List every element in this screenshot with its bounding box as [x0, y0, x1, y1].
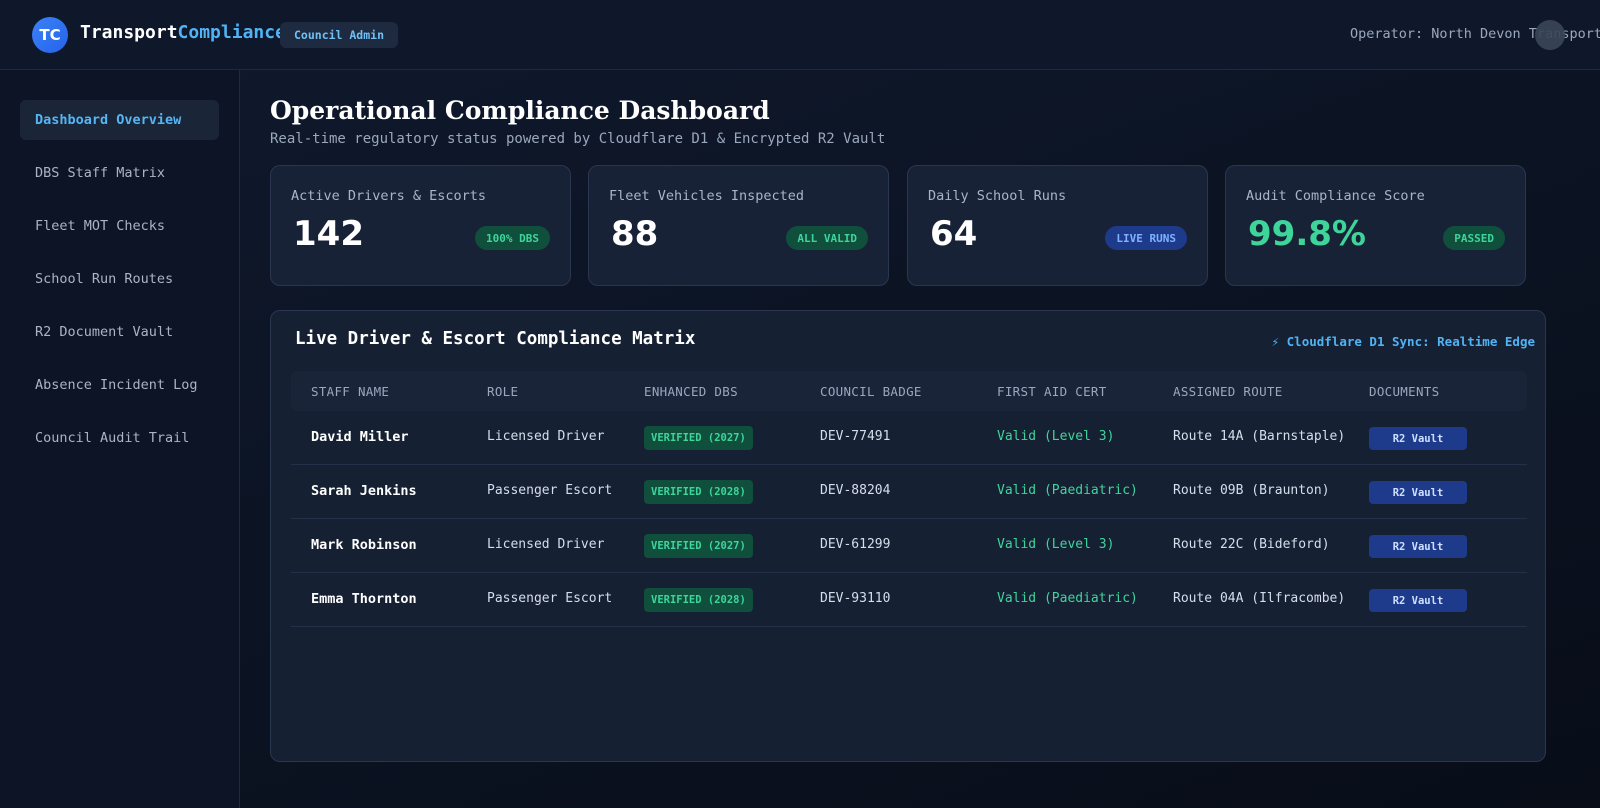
logo-icon[interactable]: TC	[32, 17, 68, 53]
stat-label: Audit Compliance Score	[1246, 188, 1425, 204]
stat-card-fleet-vehicles: Fleet Vehicles Inspected 88 ALL VALID	[588, 165, 889, 286]
compliance-matrix-panel: Live Driver & Escort Compliance Matrix ⚡…	[270, 310, 1546, 762]
page-subtitle: Real-time regulatory status powered by C…	[270, 131, 886, 147]
column-header-assigned-route: ASSIGNED ROUTE	[1173, 384, 1283, 399]
dbs-status-badge: VERIFIED (2028)	[644, 480, 753, 504]
brand-title[interactable]: TransportCompliance	[80, 22, 286, 43]
status-badge: ALL VALID	[786, 226, 868, 250]
table-row: Mark Robinson Licensed Driver VERIFIED (…	[291, 519, 1527, 573]
council-badge-id: DEV-61299	[820, 537, 891, 552]
staff-role: Licensed Driver	[487, 537, 605, 552]
column-header-role: ROLE	[487, 384, 519, 399]
avatar[interactable]	[1535, 20, 1565, 50]
council-badge-id: DEV-88204	[820, 483, 891, 498]
sidebar-item-r2-document-vault[interactable]: R2 Document Vault	[20, 312, 219, 352]
dbs-status-badge: VERIFIED (2027)	[644, 426, 753, 450]
first-aid-status: Valid (Level 3)	[997, 537, 1115, 552]
stat-card-school-runs: Daily School Runs 64 LIVE RUNS	[907, 165, 1208, 286]
council-badge-id: DEV-93110	[820, 591, 891, 606]
first-aid-status: Valid (Paediatric)	[997, 591, 1138, 606]
status-badge: PASSED	[1443, 226, 1505, 250]
stat-label: Daily School Runs	[928, 188, 1067, 204]
first-aid-status: Valid (Paediatric)	[997, 483, 1138, 498]
stat-value: 142	[293, 214, 364, 254]
sidebar-item-school-run-routes[interactable]: School Run Routes	[20, 259, 219, 299]
table-row: David Miller Licensed Driver VERIFIED (2…	[291, 411, 1527, 465]
stat-label: Fleet Vehicles Inspected	[609, 188, 805, 204]
stat-value: 99.8%	[1248, 214, 1366, 254]
r2-vault-button[interactable]: R2 Vault	[1369, 481, 1467, 504]
top-bar: TC TransportCompliance Council Admin Ope…	[0, 0, 1600, 70]
first-aid-status: Valid (Level 3)	[997, 429, 1115, 444]
brand-accent: Compliance	[177, 22, 286, 43]
council-badge-id: DEV-77491	[820, 429, 891, 444]
table-row: Sarah Jenkins Passenger Escort VERIFIED …	[291, 465, 1527, 519]
assigned-route: Route 22C (Bideford)	[1173, 537, 1330, 552]
column-header-documents: DOCUMENTS	[1369, 384, 1440, 399]
column-header-council-badge: COUNCIL BADGE	[820, 384, 922, 399]
stat-value: 64	[930, 214, 978, 254]
panel-title: Live Driver & Escort Compliance Matrix	[295, 329, 696, 349]
status-badge: LIVE RUNS	[1105, 226, 1187, 250]
dbs-status-badge: VERIFIED (2028)	[644, 588, 753, 612]
role-badge: Council Admin	[280, 22, 399, 48]
sync-status: ⚡ Cloudflare D1 Sync: Realtime Edge	[1271, 334, 1535, 349]
stat-card-audit-score: Audit Compliance Score 99.8% PASSED	[1225, 165, 1526, 286]
sidebar-item-council-audit-trail[interactable]: Council Audit Trail	[20, 418, 219, 458]
sidebar-item-dbs-staff-matrix[interactable]: DBS Staff Matrix	[20, 153, 219, 193]
r2-vault-button[interactable]: R2 Vault	[1369, 589, 1467, 612]
sidebar: Dashboard Overview DBS Staff Matrix Flee…	[0, 70, 240, 808]
stat-label: Active Drivers & Escorts	[291, 188, 487, 204]
r2-vault-button[interactable]: R2 Vault	[1369, 535, 1467, 558]
column-header-first-aid-cert: FIRST AID CERT	[997, 384, 1107, 399]
staff-name: Emma Thornton	[311, 591, 417, 607]
dbs-status-badge: VERIFIED (2027)	[644, 534, 753, 558]
staff-role: Licensed Driver	[487, 429, 605, 444]
assigned-route: Route 09B (Braunton)	[1173, 483, 1330, 498]
staff-name: Mark Robinson	[311, 537, 417, 553]
table-header: STAFF NAME ROLE ENHANCED DBS COUNCIL BAD…	[291, 371, 1527, 411]
staff-role: Passenger Escort	[487, 591, 613, 606]
stat-card-active-drivers: Active Drivers & Escorts 142 100% DBS	[270, 165, 571, 286]
assigned-route: Route 14A (Barnstaple)	[1173, 429, 1346, 444]
status-badge: 100% DBS	[475, 226, 550, 250]
brand-primary: Transport	[80, 22, 178, 43]
staff-name: Sarah Jenkins	[311, 483, 417, 499]
sidebar-item-fleet-mot-checks[interactable]: Fleet MOT Checks	[20, 206, 219, 246]
sidebar-item-absence-incident-log[interactable]: Absence Incident Log	[20, 365, 219, 405]
sidebar-item-dashboard-overview[interactable]: Dashboard Overview	[20, 100, 219, 140]
page-title: Operational Compliance Dashboard	[270, 96, 770, 125]
assigned-route: Route 04A (Ilfracombe)	[1173, 591, 1346, 606]
staff-name: David Miller	[311, 429, 409, 445]
column-header-staff-name: STAFF NAME	[311, 384, 390, 399]
r2-vault-button[interactable]: R2 Vault	[1369, 427, 1467, 450]
staff-role: Passenger Escort	[487, 483, 613, 498]
column-header-enhanced-dbs: ENHANCED DBS	[644, 384, 738, 399]
table-row: Emma Thornton Passenger Escort VERIFIED …	[291, 573, 1527, 627]
stat-value: 88	[611, 214, 659, 254]
